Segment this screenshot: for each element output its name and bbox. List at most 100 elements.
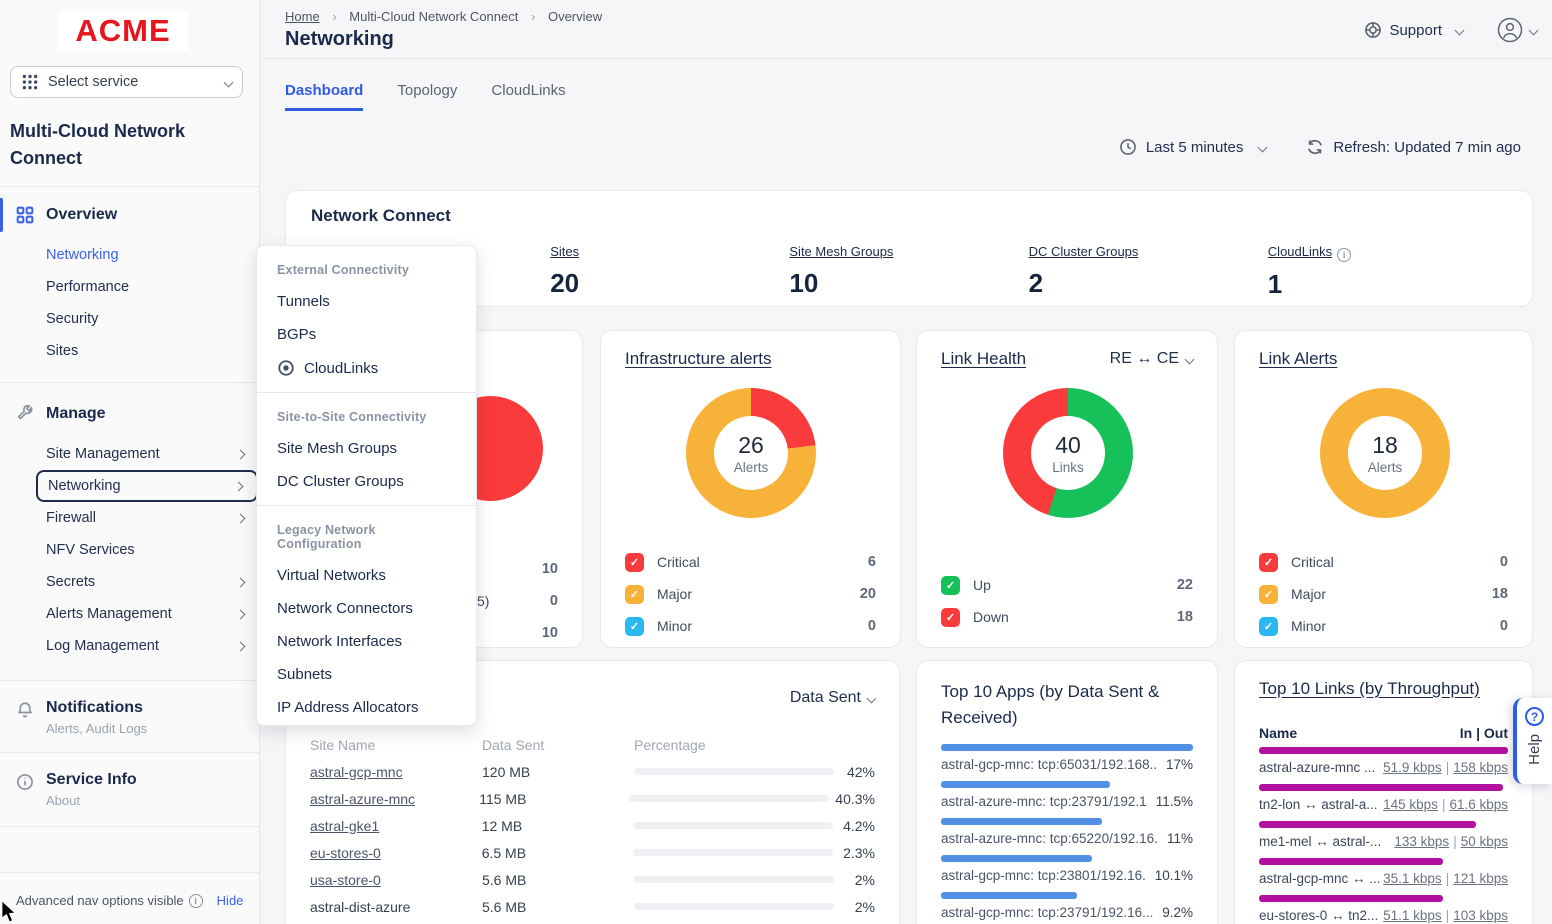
legend-checkbox[interactable]: ✓ (1259, 617, 1278, 636)
flyout-menu-item[interactable]: Subnets (277, 666, 456, 683)
sidebar-subitem[interactable]: Sites (46, 335, 246, 367)
refresh-button[interactable]: Refresh: Updated 7 min ago (1306, 138, 1521, 156)
legend-checkbox[interactable]: ✓ (1259, 585, 1278, 604)
out-kbps-link[interactable]: 61.6 kbps (1449, 797, 1508, 812)
legend-label: Critical (1291, 554, 1500, 570)
site-name-link[interactable]: astral-gcp-mnc (310, 764, 403, 780)
time-range-selector[interactable]: Last 5 minutes (1119, 138, 1267, 156)
app-bar (941, 818, 1102, 825)
legend-value: 10 (542, 561, 558, 577)
stat-label-link[interactable]: Site Mesh Groups (789, 244, 893, 259)
legend-checkbox[interactable]: ✓ (625, 585, 644, 604)
legend-checkbox[interactable]: ✓ (625, 617, 644, 636)
card-title-link[interactable]: Link Health (941, 349, 1026, 369)
in-kbps-link[interactable]: 51.9 kbps (1383, 760, 1442, 775)
sidebar-subitem[interactable]: Networking (46, 239, 246, 271)
card-title-link[interactable]: Top 10 Links (by Throughput) (1259, 679, 1480, 699)
service-selector[interactable]: Select service (10, 66, 243, 98)
stat-label-link[interactable]: CloudLinks (1268, 244, 1332, 259)
breadcrumb-home[interactable]: Home (285, 9, 320, 24)
flyout-menu-item[interactable]: CloudLinks (277, 359, 456, 377)
manage-item[interactable]: Log Management (36, 630, 258, 662)
flyout-item-label: DC Cluster Groups (277, 473, 404, 490)
app-bar (941, 855, 1092, 862)
help-tab[interactable]: ? Help (1513, 698, 1552, 784)
out-kbps-link[interactable]: 103 kbps (1453, 908, 1508, 923)
clock-icon (1119, 138, 1137, 156)
flyout-menu-item[interactable]: BGPs (277, 326, 456, 343)
sidebar-subitem[interactable]: Security (46, 303, 246, 335)
legend-checkbox[interactable]: ✓ (941, 608, 960, 627)
tab[interactable]: Topology (397, 82, 457, 111)
card-title-link[interactable]: Link Alerts (1259, 349, 1337, 369)
flyout-menu-item[interactable]: Network Connectors (277, 600, 456, 617)
link-health-selector[interactable]: RE ↔ CE (1110, 350, 1193, 368)
sidebar-item-service-info[interactable]: Service Info About (0, 771, 260, 808)
manage-item[interactable]: Alerts Management (36, 598, 258, 630)
link-bar (1259, 858, 1443, 865)
app-row: astral-gcp-mnc: tcp:65031/192.168.... 17… (941, 744, 1193, 772)
tab[interactable]: Dashboard (285, 82, 363, 111)
chevron-right-icon (236, 609, 246, 619)
legend-checkbox[interactable]: ✓ (1259, 553, 1278, 572)
info-circle-icon[interactable]: i (189, 894, 203, 908)
flyout-menu-item[interactable]: Network Interfaces (277, 633, 456, 650)
manage-list: Site Management Networking Firewall NFV … (36, 438, 258, 662)
tab[interactable]: CloudLinks (491, 82, 565, 111)
account-menu[interactable] (1497, 17, 1537, 43)
in-kbps-link[interactable]: 35.1 kbps (1383, 871, 1442, 886)
manage-item[interactable]: Secrets (36, 566, 258, 598)
flyout-section-title: Legacy Network Configuration (277, 523, 456, 551)
out-kbps-link[interactable]: 158 kbps (1453, 760, 1508, 775)
percentage-bar-track (634, 876, 834, 883)
data-sent-value: 5.6 MB (482, 899, 634, 915)
sites-rows: astral-gcp-mnc 120 MB 42% astral-azure-m… (310, 758, 875, 920)
info-circle-icon[interactable]: i (1337, 248, 1351, 262)
manage-item[interactable]: Firewall (36, 502, 258, 534)
sidebar-item-notifications[interactable]: Notifications Alerts, Audit Logs (0, 699, 260, 736)
breadcrumb-item[interactable]: Overview (548, 9, 602, 24)
service-info-sublabel: About (46, 793, 260, 808)
out-kbps-link[interactable]: 121 kbps (1453, 871, 1508, 886)
stat-label-link[interactable]: Sites (550, 244, 579, 259)
col-site-name: Site Name (310, 737, 482, 753)
legend-checkbox[interactable]: ✓ (941, 576, 960, 595)
link-name: eu-stores-0 ↔ tn2... (1259, 908, 1378, 923)
hide-nav-link[interactable]: Hide (217, 893, 244, 908)
stat-label-link[interactable]: DC Cluster Groups (1029, 244, 1139, 259)
in-kbps-link[interactable]: 51.1 kbps (1383, 908, 1442, 923)
flyout-menu-item[interactable]: DC Cluster Groups (277, 473, 456, 490)
data-sent-selector[interactable]: Data Sent (790, 689, 875, 707)
legend-value: 0 (868, 618, 876, 634)
site-name-link[interactable]: astral-gke1 (310, 818, 379, 834)
sidebar-item-overview[interactable]: Overview (0, 199, 260, 231)
header-actions: Support (1364, 17, 1537, 43)
legend-checkbox[interactable]: ✓ (625, 553, 644, 572)
sidebar-subitem[interactable]: Performance (46, 271, 246, 303)
in-kbps-link[interactable]: 133 kbps (1394, 834, 1449, 849)
flyout-item-label: Virtual Networks (277, 567, 386, 584)
flyout-menu-item[interactable]: IP Address Allocators (277, 699, 456, 716)
in-kbps-link[interactable]: 145 kbps (1383, 797, 1438, 812)
data-sent-value: 120 MB (482, 764, 634, 780)
panel-title: Network Connect (311, 206, 451, 226)
site-name-link[interactable]: astral-azure-mnc (310, 791, 415, 807)
manage-item[interactable]: NFV Services (36, 534, 258, 566)
manage-item[interactable]: Networking (36, 470, 258, 502)
out-kbps-link[interactable]: 50 kbps (1461, 834, 1508, 849)
app-row: astral-azure-mnc: tcp:23791/192.1... 11.… (941, 781, 1193, 809)
card-title-link[interactable]: Infrastructure alerts (625, 349, 771, 369)
divider (0, 186, 260, 187)
site-name-link[interactable]: usa-store-0 (310, 872, 381, 888)
selector-label: Data Sent (790, 689, 861, 707)
flyout-menu-item[interactable]: Virtual Networks (277, 567, 456, 584)
support-menu[interactable]: Support (1364, 21, 1463, 39)
site-name-link[interactable]: astral-dist-azure (310, 899, 410, 915)
flyout-menu-item[interactable]: Site Mesh Groups (277, 440, 456, 457)
manage-item[interactable]: Site Management (36, 438, 258, 470)
chevron-right-icon (236, 577, 246, 587)
flyout-menu-item[interactable]: Tunnels (277, 293, 456, 310)
site-name-link[interactable]: eu-stores-0 (310, 845, 381, 861)
app-bar (941, 781, 1110, 788)
breadcrumb-item[interactable]: Multi-Cloud Network Connect (349, 9, 518, 24)
